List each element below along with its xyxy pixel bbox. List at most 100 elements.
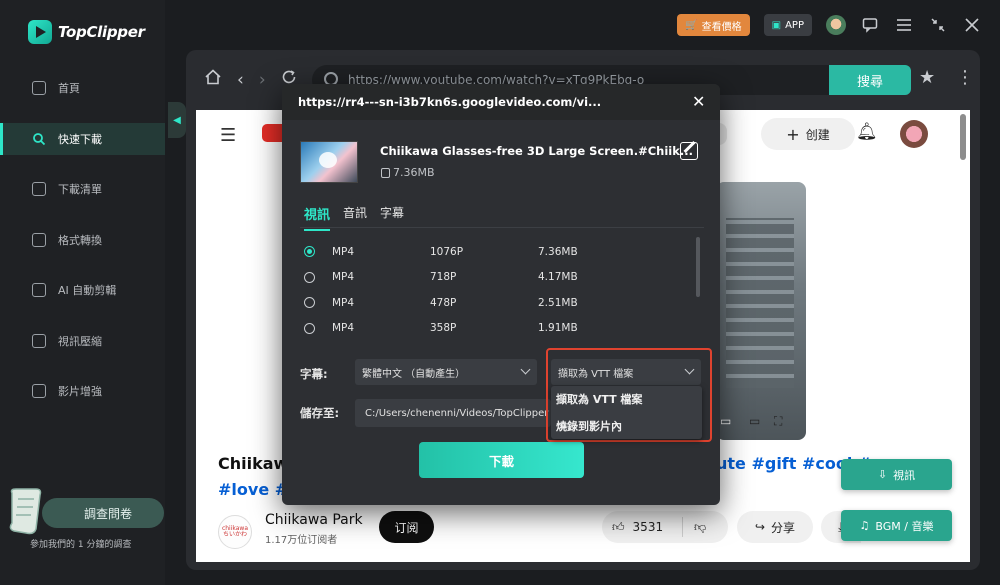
app-logo[interactable]: TopClipper (28, 20, 145, 44)
sidebar-item-ai-edit[interactable]: AI 自動剪輯 (0, 274, 165, 306)
sidebar-item-label: 首頁 (58, 82, 80, 95)
enhance-icon (32, 384, 46, 398)
youtube-avatar[interactable] (900, 120, 928, 148)
like-divider (682, 517, 683, 537)
app-icon: ▣ (771, 19, 782, 31)
download-video-icon: ⇩ (877, 468, 888, 481)
format-list: MP4 1076P 7.36MB MP4 718P 4.17MB MP4 478… (304, 239, 704, 341)
sidebar-item-video-compress[interactable]: 視訊壓縮 (0, 325, 165, 357)
extract-video-label: 視訊 (893, 468, 916, 482)
app-button[interactable]: ▣ APP (763, 14, 812, 36)
thumb-down-icon[interactable]: 👎︎ (694, 520, 706, 535)
subscribe-button[interactable]: 订阅 (379, 511, 434, 543)
sidebar-item-label: AI 自動剪輯 (58, 284, 117, 297)
format-radio[interactable] (304, 246, 315, 257)
close-icon[interactable] (962, 15, 982, 35)
sidebar-item-video-enhance[interactable]: 影片增強 (0, 375, 165, 407)
format-radio[interactable] (304, 297, 315, 308)
save-path-input[interactable]: C:/Users/chenenni/Videos/TopClipper (355, 399, 551, 427)
format-size: 1.91MB (538, 322, 578, 335)
sidebar-item-quick-download[interactable]: 快速下載 (0, 122, 165, 155)
survey-subtitle: 參加我們的 1 分鐘的調查 (30, 540, 132, 550)
webview-scrollbar[interactable] (960, 114, 966, 160)
sidebar: TopClipper 首頁 快速下載 下載清單 格式轉換 AI 自動剪輯 視訊壓… (0, 0, 165, 585)
back-icon[interactable]: ‹ (237, 70, 244, 90)
channel-subscribers: 1.17万位订阅者 (265, 535, 338, 546)
theater-icon[interactable]: ▭ (749, 414, 760, 428)
dialog-video-size: 7.36MB (381, 166, 435, 179)
app-label: APP (785, 19, 804, 31)
save-to-label: 儲存至: (300, 406, 340, 420)
dropdown-option-burn-in[interactable]: 燒錄到影片內 (551, 413, 702, 440)
format-option[interactable]: MP4 478P 2.51MB (304, 290, 704, 316)
hamburger-icon[interactable]: ☰ (220, 125, 236, 146)
pricing-label: 查看價格 (701, 21, 742, 33)
sidebar-item-label: 影片增強 (58, 385, 102, 398)
extract-bgm-label: BGM / 音樂 (875, 519, 934, 533)
pricing-button[interactable]: 🛒 查看價格 (677, 14, 750, 36)
home-icon (32, 81, 46, 95)
extract-video-button[interactable]: ⇩ 視訊 (841, 459, 952, 490)
star-icon[interactable]: ★ (919, 67, 935, 88)
format-option[interactable]: MP4 1076P 7.36MB (304, 239, 704, 265)
tabs-divider (300, 227, 704, 228)
video-player[interactable] (716, 182, 806, 440)
format-option[interactable]: MP4 358P 1.91MB (304, 316, 704, 342)
topclipper-logo-icon (28, 20, 52, 44)
format-type: MP4 (332, 245, 355, 258)
format-resolution: 478P (430, 296, 457, 309)
search-button[interactable]: 搜尋 (829, 65, 911, 95)
extract-bgm-button[interactable]: ♫ BGM / 音樂 (841, 510, 952, 541)
dialog-video-title: Chiikawa Glasses-free 3D Large Screen.#C… (380, 144, 694, 158)
share-button[interactable]: ↪ 分享 (737, 511, 813, 543)
forward-icon[interactable]: › (259, 70, 266, 90)
dialog-source-url: https://rr4---sn-i3b7kn6s.googlevideo.co… (298, 95, 602, 109)
format-radio[interactable] (304, 322, 315, 334)
format-size: 2.51MB (538, 296, 578, 309)
minimize-icon[interactable] (928, 15, 948, 35)
sidebar-item-label: 格式轉換 (58, 233, 102, 247)
captions-icon[interactable]: ▭ (720, 414, 731, 428)
convert-icon (32, 232, 46, 247)
thumb-up-icon: 👍︎ (612, 519, 625, 534)
survey-scroll-icon (9, 488, 42, 535)
cart-icon: 🛒 (685, 19, 698, 31)
compress-icon (32, 333, 46, 348)
format-resolution: 718P (430, 271, 457, 284)
share-icon: ↪ (754, 520, 766, 534)
fullscreen-icon[interactable]: ⛶ (774, 414, 782, 429)
format-type: MP4 (332, 296, 355, 309)
edit-icon[interactable] (680, 142, 698, 160)
like-button[interactable]: 👍︎ 3531 👎︎ (602, 511, 728, 543)
more-vert-icon[interactable]: ⋮ (956, 67, 974, 88)
music-icon: ♫ (859, 519, 870, 532)
format-size: 4.17MB (538, 271, 578, 284)
download-button[interactable]: 下載 (419, 442, 584, 478)
video-title: Chiikaw (218, 454, 289, 473)
channel-logo[interactable]: chiikawa ちいかわ (218, 515, 252, 549)
format-option[interactable]: MP4 718P 4.17MB (304, 265, 704, 291)
menu-icon[interactable] (894, 15, 914, 35)
ai-edit-icon (32, 283, 46, 297)
survey-button[interactable]: 調查問卷 (42, 498, 164, 528)
video-size-text: 7.36MB (393, 166, 435, 179)
format-radio[interactable] (304, 271, 315, 283)
bell-icon[interactable]: 🔔︎ (856, 122, 878, 142)
close-icon[interactable]: ✕ (692, 92, 705, 111)
channel-name[interactable]: Chiikawa Park (265, 512, 363, 528)
home-icon[interactable] (204, 68, 222, 91)
dialog-header: https://rr4---sn-i3b7kn6s.googlevideo.co… (282, 84, 720, 120)
subtitle-language-select[interactable]: 繁體中文 （自動產生） (355, 359, 537, 385)
dropdown-option-extract-vtt[interactable]: 擷取為 VTT 檔案 (551, 386, 702, 413)
create-button[interactable]: + 创建 (761, 118, 855, 150)
user-avatar[interactable] (826, 15, 846, 35)
sidebar-item-label: 視訊壓縮 (58, 334, 102, 348)
collapse-sidebar-icon[interactable]: ◀ (168, 102, 186, 138)
sidebar-item-format-convert[interactable]: 格式轉換 (0, 224, 165, 256)
format-list-scrollbar[interactable] (696, 237, 700, 297)
create-label: 创建 (805, 127, 830, 142)
format-resolution: 358P (430, 322, 457, 335)
sidebar-item-download-list[interactable]: 下載清單 (0, 173, 165, 205)
feedback-icon[interactable] (860, 15, 880, 35)
sidebar-item-home[interactable]: 首頁 (0, 72, 165, 104)
